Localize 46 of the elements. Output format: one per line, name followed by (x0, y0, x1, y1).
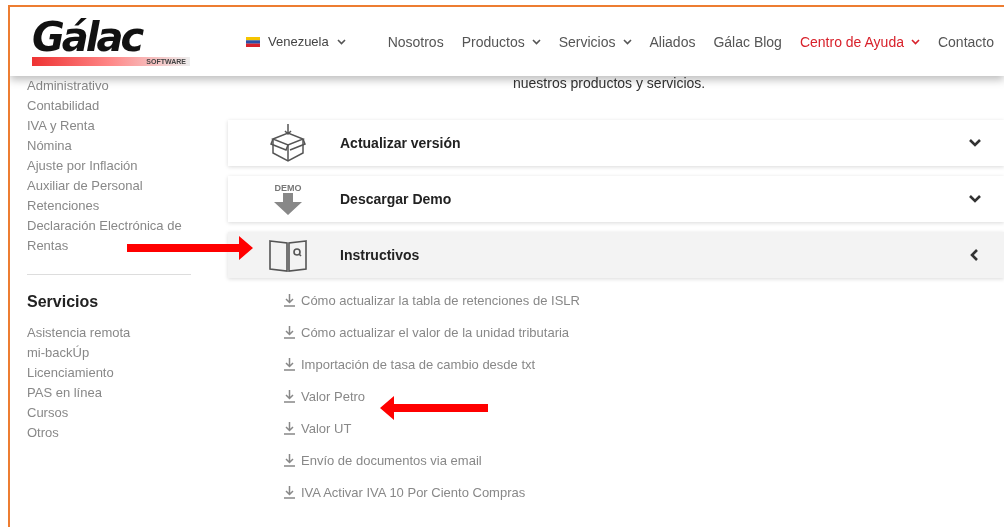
download-link[interactable]: Valor UT (284, 420, 1004, 437)
book-icon (269, 238, 307, 272)
sidebar-link[interactable]: Nómina (27, 136, 191, 156)
sidebar-link[interactable]: Auxiliar de Personal (27, 176, 191, 196)
download-link[interactable]: Envío de documentos via email (284, 452, 1004, 469)
chevron-down-icon (336, 38, 346, 45)
download-link[interactable]: Importación de tasa de cambio desde txt (284, 356, 1004, 373)
nav-link[interactable]: Centro de Ayuda (799, 33, 920, 50)
sidebar-link[interactable]: PAS en línea (27, 383, 191, 403)
country-selector[interactable]: Venezuela (246, 34, 346, 49)
download-icon (284, 358, 295, 371)
nav-link[interactable]: Nosotros (387, 33, 444, 50)
nav-link[interactable]: Gálac Blog (713, 33, 782, 50)
download-icon (284, 422, 295, 435)
download-icon (284, 390, 295, 403)
sidebar-link[interactable]: Ajuste por Inflación (27, 156, 191, 176)
intro-text: nuestros productos y servicios. (513, 76, 707, 90)
sidebar-link[interactable]: Licenciamiento (27, 363, 191, 383)
nav-link[interactable]: Contacto (937, 33, 994, 50)
download-link[interactable]: Valor Petro (284, 388, 1004, 405)
sidebar-link[interactable]: mi-backÚp (27, 343, 191, 363)
section-heading: Servicios (27, 293, 100, 311)
download-icon (284, 326, 295, 339)
nav-link[interactable]: Aliados (649, 33, 696, 50)
download-link[interactable]: IVA Activar IVA 10 Por Ciento Compras (284, 484, 1004, 501)
sidebar-link[interactable]: Declaración Electrónica de Rentas (27, 216, 191, 256)
sidebar-link[interactable]: Otros (27, 423, 191, 443)
flag-icon (246, 36, 260, 47)
accordion-header[interactable]: Actualizar versión (228, 120, 1004, 166)
sidebar-link[interactable]: Asistencia remota (27, 323, 191, 343)
download-icon (284, 486, 295, 499)
download-link[interactable]: Cómo actualizar la tabla de retenciones de ISLR (284, 292, 1004, 309)
nav-link[interactable]: Productos (461, 33, 541, 50)
box-icon (270, 123, 306, 163)
download-icon (284, 454, 295, 467)
sidebar-link[interactable]: Administrativo (27, 76, 191, 96)
accordion-header[interactable]: Instructivos (228, 232, 1004, 278)
sidebar-link[interactable]: IVA y Renta (27, 116, 191, 136)
download-link[interactable]: Cómo actualizar el valor de la unidad tributaria (284, 324, 1004, 341)
sidebar-link[interactable]: Retenciones (27, 196, 191, 216)
sidebar-link[interactable]: Cursos (27, 403, 191, 423)
logo-wordmark: Gálac (32, 17, 143, 57)
nav-link[interactable]: Servicios (558, 33, 632, 50)
sidebar-link[interactable]: Contabilidad (27, 96, 191, 116)
download-icon (284, 294, 295, 307)
accordion-header[interactable]: DEMO Descargar Demo (228, 176, 1004, 222)
